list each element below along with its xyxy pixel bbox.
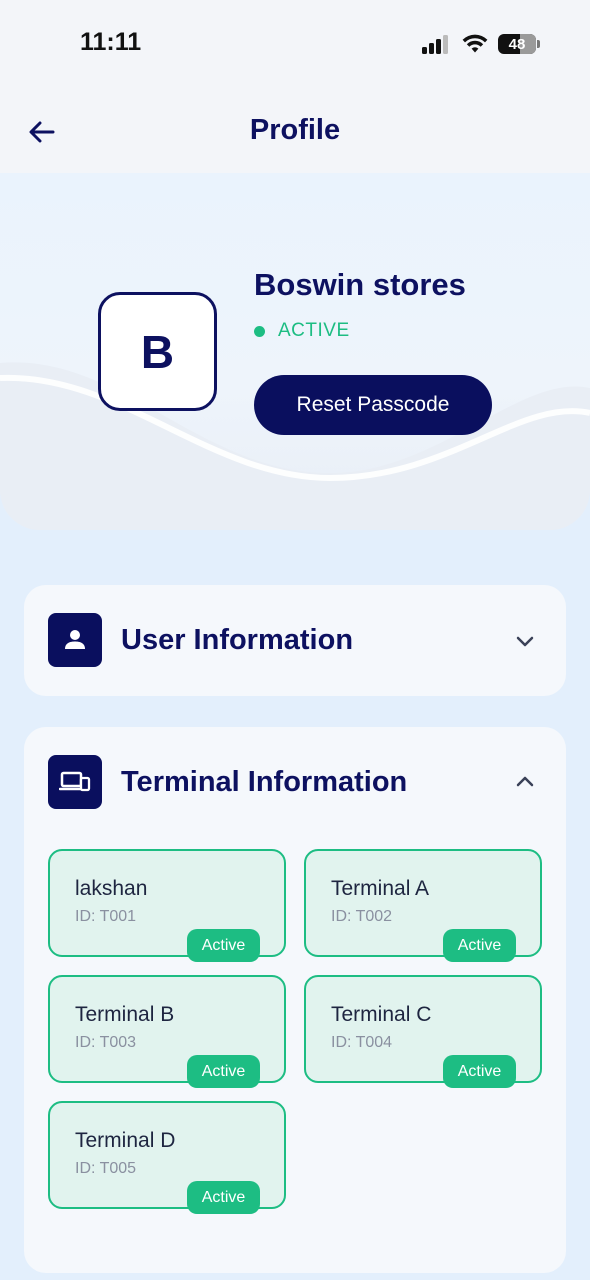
- terminal-information-header[interactable]: Terminal Information: [48, 755, 407, 809]
- terminal-id: ID: T002: [331, 908, 393, 925]
- store-name: Boswin stores: [254, 267, 466, 302]
- avatar: B: [98, 292, 217, 411]
- terminal-card[interactable]: lakshan ID: T001 Active: [48, 849, 286, 962]
- terminal-name: Terminal B: [75, 1003, 175, 1026]
- terminal-id: ID: T003: [75, 1034, 137, 1051]
- terminal-information-title: Terminal Information: [121, 765, 408, 798]
- status-badge: Active: [443, 929, 516, 962]
- status-icons: 48: [422, 32, 540, 56]
- wifi-icon: [462, 34, 488, 53]
- terminal-id: ID: T001: [75, 908, 137, 925]
- terminal-name: Terminal D: [75, 1129, 176, 1152]
- status-badge: Active: [443, 1055, 516, 1088]
- status-badge: Active: [187, 929, 260, 962]
- terminal-card[interactable]: Terminal A ID: T002 Active: [304, 849, 542, 962]
- chevron-up-icon[interactable]: [514, 771, 536, 793]
- status-text: ACTIVE: [278, 320, 350, 341]
- cellular-signal-icon: [422, 34, 452, 54]
- page-title: Profile: [249, 114, 341, 146]
- wave-background: [0, 362, 590, 530]
- terminal-id: ID: T005: [75, 1160, 137, 1177]
- terminal-card[interactable]: Terminal D ID: T005 Active: [48, 1101, 286, 1214]
- status-badge: Active: [187, 1055, 260, 1088]
- terminal-card[interactable]: Terminal C ID: T004 Active: [304, 975, 542, 1088]
- terminal-name: Terminal C: [331, 1003, 432, 1026]
- terminal-name: Terminal A: [331, 877, 430, 900]
- arrow-left-icon[interactable]: [26, 116, 58, 148]
- user-information-section: User Information: [24, 585, 566, 696]
- profile-card: B Boswin stores ACTIVE Reset Passcode: [0, 173, 590, 530]
- app-bar: Profile: [0, 88, 590, 173]
- chevron-down-icon[interactable]: [514, 630, 536, 652]
- terminal-card[interactable]: Terminal B ID: T003 Active: [48, 975, 286, 1088]
- devices-icon: [48, 755, 102, 809]
- battery-level: 48: [508, 35, 526, 53]
- reset-passcode-button[interactable]: Reset Passcode: [254, 375, 492, 435]
- status-dot-icon: [254, 325, 265, 337]
- status-bar: 11:11 48: [0, 0, 590, 88]
- terminal-information-section: Terminal Information lakshan ID: T001 Ac…: [24, 727, 566, 1273]
- store-status: ACTIVE: [254, 320, 350, 342]
- person-icon: [48, 613, 102, 667]
- user-information-header[interactable]: User Information: [48, 613, 353, 667]
- user-information-title: User Information: [121, 623, 354, 656]
- status-time: 11:11: [80, 28, 142, 56]
- terminal-name: lakshan: [75, 877, 148, 900]
- status-badge: Active: [187, 1181, 260, 1214]
- terminal-id: ID: T004: [331, 1034, 393, 1051]
- battery-icon: 48: [498, 34, 540, 54]
